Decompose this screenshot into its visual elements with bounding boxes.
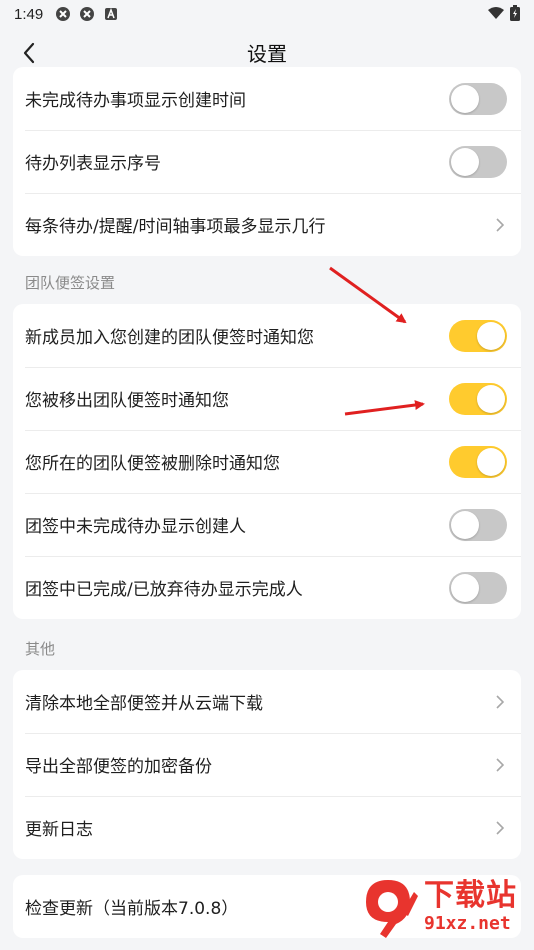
back-button[interactable] [14, 38, 44, 68]
watermark-title: 下载站 [424, 878, 517, 913]
toggle-knob [451, 147, 479, 176]
setting-row-export-backup[interactable]: 导出全部便签的加密备份 [13, 733, 521, 796]
deleted-notify-toggle[interactable] [449, 445, 507, 478]
toggle-knob [477, 447, 505, 476]
setting-label: 您被移出团队便签时通知您 [25, 391, 229, 411]
status-bar: 1:49 [0, 0, 534, 28]
show-serial-toggle[interactable] [449, 145, 507, 178]
new-member-notify-toggle[interactable] [449, 319, 507, 352]
setting-row-show-creator[interactable]: 团签中未完成待办显示创建人 [13, 493, 521, 556]
setting-label: 您所在的团队便签被删除时通知您 [25, 454, 280, 474]
font-notification-icon [105, 7, 118, 20]
watermark: 下载站 91xz.net [358, 868, 528, 946]
setting-row-show-completer[interactable]: 团签中已完成/已放弃待办显示完成人 [13, 556, 521, 619]
setting-label: 导出全部便签的加密备份 [25, 757, 212, 777]
toggle-knob [477, 384, 505, 413]
status-time: 1:49 [14, 5, 44, 23]
setting-row-new-member-notify[interactable]: 新成员加入您创建的团队便签时通知您 [13, 304, 521, 367]
chevron-right-icon [493, 818, 507, 838]
chevron-left-icon [23, 42, 35, 64]
wifi-icon [488, 7, 504, 19]
chevron-right-icon [493, 755, 507, 775]
watermark-url: 91xz.net [424, 913, 511, 934]
battery-icon [510, 5, 520, 21]
setting-row-max-lines[interactable]: 每条待办/提醒/时间轴事项最多显示几行 [13, 193, 521, 256]
toggle-knob [451, 510, 479, 539]
setting-row-deleted-notify[interactable]: 您所在的团队便签被删除时通知您 [13, 430, 521, 493]
setting-row-show-serial[interactable]: 待办列表显示序号 [13, 130, 521, 193]
setting-row-removed-notify[interactable]: 您被移出团队便签时通知您 [13, 367, 521, 430]
setting-row-show-create-time[interactable]: 未完成待办事项显示创建时间 [13, 67, 521, 130]
setting-label: 新成员加入您创建的团队便签时通知您 [25, 328, 314, 348]
setting-label: 未完成待办事项显示创建时间 [25, 91, 246, 111]
toggle-knob [477, 321, 505, 350]
toggle-knob [451, 84, 479, 113]
check-update-label: 检查更新（当前版本7.0.8） [25, 899, 239, 919]
display-settings-card: 未完成待办事项显示创建时间 待办列表显示序号 每条待办/提醒/时间轴事项最多显示… [13, 67, 521, 256]
watermark-logo-icon [366, 880, 418, 938]
app-notification-icon-2 [80, 7, 95, 21]
other-settings-card: 清除本地全部便签并从云端下载 导出全部便签的加密备份 更新日志 [13, 670, 521, 859]
page-title: 设置 [247, 41, 287, 66]
setting-label: 团签中已完成/已放弃待办显示完成人 [25, 580, 303, 600]
show-completer-toggle[interactable] [449, 571, 507, 604]
setting-label: 每条待办/提醒/时间轴事项最多显示几行 [25, 217, 326, 237]
setting-label: 更新日志 [25, 820, 93, 840]
removed-notify-toggle[interactable] [449, 382, 507, 415]
setting-label: 清除本地全部便签并从云端下载 [25, 694, 263, 714]
app-notification-icon [56, 7, 71, 21]
setting-row-changelog[interactable]: 更新日志 [13, 796, 521, 859]
team-settings-card: 新成员加入您创建的团队便签时通知您 您被移出团队便签时通知您 您所在的团队便签被… [13, 304, 521, 619]
section-title-team: 团队便签设置 [25, 274, 116, 292]
setting-label: 团签中未完成待办显示创建人 [25, 517, 246, 537]
show-create-time-toggle[interactable] [449, 82, 507, 115]
setting-label: 待办列表显示序号 [25, 154, 161, 174]
show-creator-toggle[interactable] [449, 508, 507, 541]
chevron-right-icon [493, 215, 507, 235]
section-title-other: 其他 [25, 640, 56, 658]
toggle-knob [451, 573, 479, 602]
chevron-right-icon [493, 692, 507, 712]
setting-row-clear-and-download[interactable]: 清除本地全部便签并从云端下载 [13, 670, 521, 733]
